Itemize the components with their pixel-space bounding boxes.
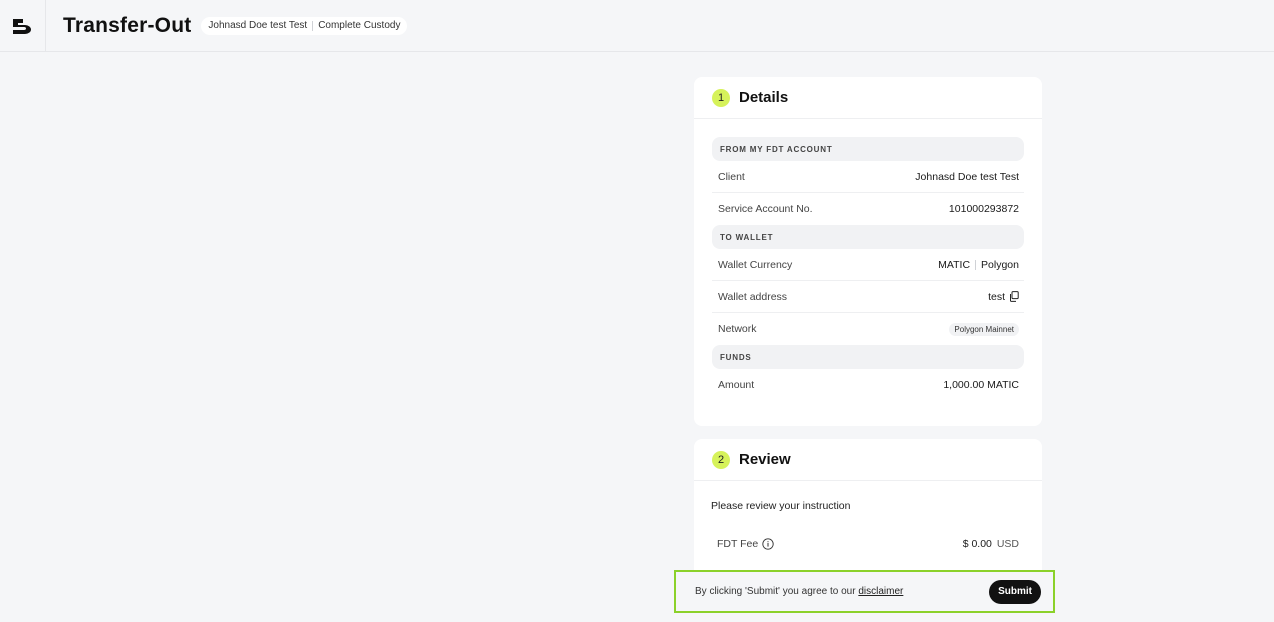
network-label: Network — [718, 323, 757, 335]
fee-label-group: FDT Fee — [717, 538, 774, 550]
section-funds: FUNDS — [712, 345, 1024, 369]
currency-chain: Polygon — [981, 258, 1019, 271]
network-badge: Polygon Mainnet — [949, 322, 1019, 336]
breadcrumb-client[interactable]: Johnasd Doe test Test — [208, 20, 307, 31]
fee-label: FDT Fee — [717, 538, 759, 550]
review-note: Please review your instruction — [711, 500, 851, 512]
amount-value: 1,000.00 MATIC — [943, 379, 1019, 391]
section-from-account: FROM MY FDT ACCOUNT — [712, 137, 1024, 161]
copy-icon[interactable] — [1009, 291, 1019, 302]
account-label: Service Account No. — [718, 203, 813, 215]
amount-label: Amount — [718, 379, 755, 391]
row-wallet-currency: Wallet Currency MATIC Polygon — [712, 249, 1024, 281]
step-badge: 2 — [712, 450, 730, 469]
disclaimer-link[interactable]: disclaimer — [858, 586, 903, 597]
row-client: Client Johnasd Doe test Test — [712, 161, 1024, 193]
currency-value: MATIC Polygon — [938, 259, 1019, 271]
fee-value: $ 0.00 USD — [963, 538, 1019, 550]
address-text: test — [988, 290, 1005, 303]
fee-amount: $ 0.00 — [962, 538, 992, 550]
address-value: test — [988, 291, 1019, 303]
top-bar: Transfer-Out Johnasd Doe test Test Compl… — [0, 0, 1274, 52]
disclaimer-prefix: By clicking 'Submit' you agree to our — [695, 586, 859, 597]
row-network: Network Polygon Mainnet — [712, 313, 1024, 345]
row-fee: FDT Fee $ 0.00 USD — [711, 527, 1024, 561]
submit-bar: By clicking 'Submit' you agree to our di… — [674, 570, 1055, 613]
currency-divider — [975, 259, 977, 270]
breadcrumb: Johnasd Doe test Test Complete Custody — [201, 16, 408, 35]
breadcrumb-service[interactable]: Complete Custody — [318, 20, 400, 31]
row-account-no: Service Account No. 101000293872 — [712, 193, 1024, 225]
currency-label: Wallet Currency — [718, 258, 793, 271]
client-value: Johnasd Doe test Test — [915, 170, 1019, 183]
section-to-wallet: TO WALLET — [712, 225, 1024, 249]
review-title: Review — [739, 451, 791, 468]
submit-button[interactable]: Submit — [989, 579, 1041, 604]
disclaimer-text: By clicking 'Submit' you agree to our di… — [695, 586, 903, 597]
currency-code: MATIC — [938, 258, 971, 271]
review-card: 2 Review Please review your instruction … — [694, 439, 1042, 570]
step-badge: 1 — [712, 88, 730, 107]
info-icon[interactable] — [762, 538, 774, 550]
row-amount: Amount 1,000.00 MATIC — [712, 369, 1024, 401]
account-value: 101000293872 — [948, 203, 1019, 215]
breadcrumb-divider — [312, 20, 314, 31]
details-header: 1 Details — [694, 77, 1042, 119]
fee-currency: USD — [996, 538, 1019, 550]
details-title: Details — [739, 89, 789, 106]
details-card: 1 Details FROM MY FDT ACCOUNT Client Joh… — [694, 77, 1042, 426]
page-title: Transfer-Out — [63, 13, 192, 37]
review-header: 2 Review — [694, 439, 1042, 481]
row-wallet-address: Wallet address test — [712, 281, 1024, 313]
brand-logo-icon — [12, 18, 31, 34]
logo[interactable] — [0, 0, 46, 52]
client-label: Client — [718, 170, 745, 183]
address-label: Wallet address — [718, 290, 788, 303]
